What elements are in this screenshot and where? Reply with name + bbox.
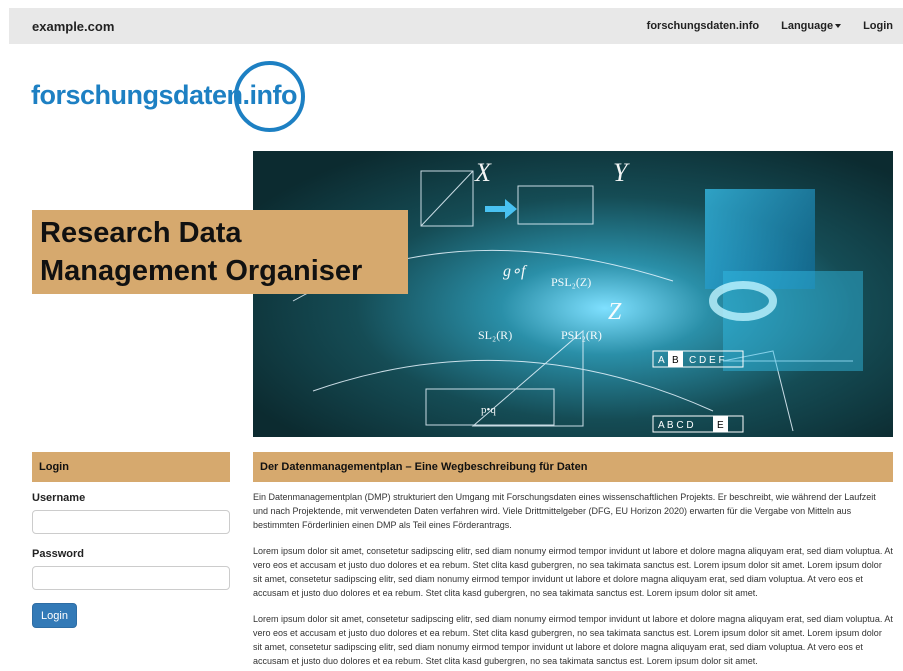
site-logo[interactable]: forschungsdaten.info <box>31 60 321 138</box>
password-label: Password <box>32 548 84 560</box>
svg-text:g∘f: g∘f <box>503 263 528 280</box>
svg-text:B: B <box>672 355 679 366</box>
svg-text:PSL₂(R): PSL₂(R) <box>561 328 602 342</box>
app-title-line-2: Management Organiser <box>40 255 363 287</box>
svg-text:A B C D: A B C D <box>658 420 694 431</box>
logo-text: forschungsdaten.info <box>31 80 298 110</box>
navbar-links: forschungsdaten.info Language Login <box>647 20 893 32</box>
svg-text:SL₂(R): SL₂(R) <box>478 328 512 342</box>
language-label: Language <box>781 20 834 32</box>
nav-link-login[interactable]: Login <box>863 20 893 32</box>
svg-text:A: A <box>658 355 665 366</box>
content-heading: Der Datenmanagementplan – Eine Wegbeschr… <box>253 452 893 482</box>
username-label: Username <box>32 492 86 504</box>
hero-image: X Y Z g∘f SL₂(R) PSL₂(R) PSL₂(Z) p•q A B… <box>253 151 893 437</box>
app-title-banner: Research Data Management Organiser <box>32 210 408 294</box>
svg-text:C D E F: C D E F <box>689 355 725 366</box>
hero-math-illustration: X Y Z g∘f SL₂(R) PSL₂(R) PSL₂(Z) p•q A B… <box>253 151 893 437</box>
svg-text:Z: Z <box>608 299 622 325</box>
caret-down-icon <box>835 24 842 29</box>
svg-text:p•q: p•q <box>481 404 496 416</box>
login-panel-heading: Login <box>32 452 230 482</box>
brand-link[interactable]: example.com <box>32 19 114 34</box>
svg-text:Y: Y <box>613 158 630 187</box>
app-title-line-1: Research Data <box>40 217 242 249</box>
lorem-paragraph-2: Lorem ipsum dolor sit amet, consetetur s… <box>253 614 893 666</box>
svg-text:X: X <box>474 158 492 187</box>
login-button[interactable]: Login <box>32 603 77 628</box>
password-input[interactable] <box>32 566 230 590</box>
lorem-paragraph-1: Lorem ipsum dolor sit amet, consetetur s… <box>253 546 893 598</box>
username-input[interactable] <box>32 510 230 534</box>
language-dropdown[interactable]: Language <box>781 20 842 32</box>
nav-link-forschungsdaten[interactable]: forschungsdaten.info <box>647 20 759 32</box>
svg-text:E: E <box>717 420 724 431</box>
top-navbar: example.com forschungsdaten.info Languag… <box>9 8 903 44</box>
svg-text:PSL₂(Z): PSL₂(Z) <box>551 275 591 289</box>
intro-paragraph: Ein Datenmanagementplan (DMP) strukturie… <box>253 492 876 530</box>
